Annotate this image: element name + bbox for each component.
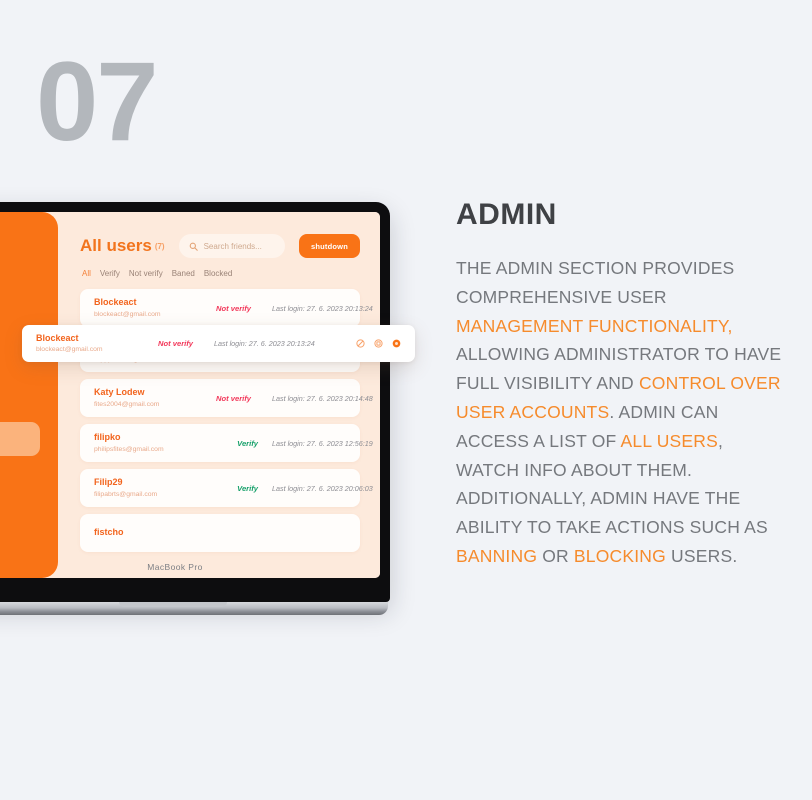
app-sidebar[interactable] <box>0 212 58 578</box>
table-row[interactable]: Filip29 filipabrts@gmail.com Verify Last… <box>80 469 373 507</box>
user-name: Blockeact <box>36 332 79 343</box>
copy-segment-5: ALL USERS <box>620 430 718 451</box>
last-login: Last login: 27. 6. 2023 12:56:19 <box>272 438 373 448</box>
copy-segment-1: MANAGEMENT FUNCTIONALITY, <box>456 315 733 336</box>
last-login: Last login: 27. 6. 2023 20:06:03 <box>272 483 373 493</box>
user-name: Filip29 <box>94 477 123 488</box>
copy-segment-8: OR <box>537 545 574 566</box>
user-identity: filipko philipsfites@gmail.com <box>94 432 216 453</box>
dragged-user-card[interactable]: Blockeact blockeact@gmail.com Not verify… <box>22 325 415 362</box>
user-name: Blockeact <box>94 297 137 308</box>
user-email: blockeact@gmail.com <box>94 310 161 318</box>
delete-icon[interactable] <box>392 339 401 348</box>
section-number: 07 <box>36 39 159 164</box>
copy-segment-9: BLOCKING <box>573 545 666 566</box>
user-email: philipsfites@gmail.com <box>94 445 164 453</box>
user-identity: Blockeact blockeact@gmail.com <box>36 333 158 354</box>
copy-column: ADMIN THE ADMIN SECTION PROVIDES COMPREH… <box>456 198 786 571</box>
ban-icon[interactable] <box>356 339 365 348</box>
last-login: Last login: 27. 6. 2023 20:13:24 <box>214 339 315 348</box>
shutdown-button[interactable]: shutdown <box>298 234 360 258</box>
page-title-text: All users <box>80 236 152 255</box>
app-header: All users(7) shutdown <box>80 234 360 258</box>
page-title: All users (7) <box>80 236 165 256</box>
user-name: filipko <box>94 432 121 443</box>
laptop-mockup: All users(7) shutdown <box>0 202 390 615</box>
laptop-screen: All users(7) shutdown <box>0 212 380 578</box>
status-badge: Verify <box>237 438 258 448</box>
search-box[interactable] <box>178 234 285 258</box>
tab-baned[interactable]: Baned <box>172 269 195 278</box>
copy-segment-7: BANNING <box>456 545 538 566</box>
tab-verify[interactable]: Verify <box>100 269 120 278</box>
search-input[interactable] <box>203 241 275 251</box>
sidebar-active-pill[interactable] <box>0 422 40 456</box>
tab-not-verify[interactable]: Not verify <box>129 269 163 278</box>
copy-segment-10: USERS. <box>665 545 738 566</box>
copy-segment-0: THE ADMIN SECTION PROVIDES COMPREHENSIVE… <box>456 258 735 307</box>
app-main: All users(7) shutdown <box>58 212 380 578</box>
search-icon <box>189 242 198 251</box>
user-count-badge: (7) <box>154 242 165 252</box>
status-badge: Not verify <box>216 303 252 313</box>
user-email: filipabrts@gmail.com <box>94 490 158 498</box>
page-title: ADMIN <box>456 198 557 231</box>
device-label: MacBook Pro <box>147 562 203 572</box>
admin-app: All users(7) shutdown <box>0 212 380 578</box>
user-identity: Katy Lodew fites2004@gmail.com <box>94 387 216 408</box>
status-badge: Not verify <box>216 393 252 403</box>
status-badge: Not verify <box>158 339 194 348</box>
last-login: Last login: 27. 6. 2023 20:14:48 <box>272 393 373 403</box>
user-identity: fistcho <box>94 527 216 538</box>
filter-tabs: All Verify Not verify Baned Blocked <box>80 269 360 278</box>
status-badge: Verify <box>237 483 258 493</box>
user-identity: Filip29 filipabrts@gmail.com <box>94 477 216 498</box>
user-email: fites2004@gmail.com <box>94 400 160 408</box>
laptop-base <box>0 602 388 615</box>
table-row[interactable]: filipko philipsfites@gmail.com Verify La… <box>80 424 373 462</box>
user-identity: Blockeact blockeact@gmail.com <box>94 297 216 318</box>
slide-root: 07 All users (7) Search friends... shutd… <box>0 0 812 800</box>
user-name: fistcho <box>94 527 124 538</box>
table-row[interactable]: Katy Lodew fites2004@gmail.com Not verif… <box>80 379 373 417</box>
row-actions <box>356 339 401 348</box>
tab-all[interactable]: All <box>82 269 91 278</box>
block-icon[interactable] <box>374 339 383 348</box>
last-login: Last login: 27. 6. 2023 20:13:24 <box>272 303 373 313</box>
description-paragraph: THE ADMIN SECTION PROVIDES COMPREHENSIVE… <box>456 254 786 571</box>
tab-blocked[interactable]: Blocked <box>204 269 232 278</box>
table-row[interactable]: fistcho <box>80 514 360 552</box>
user-name: Katy Lodew <box>94 387 145 398</box>
laptop-notch <box>119 602 227 607</box>
laptop-lid: All users(7) shutdown <box>0 202 390 602</box>
user-email: blockeact@gmail.com <box>36 346 103 354</box>
table-row[interactable]: Blockeact blockeact@gmail.com Not verify… <box>80 289 373 327</box>
